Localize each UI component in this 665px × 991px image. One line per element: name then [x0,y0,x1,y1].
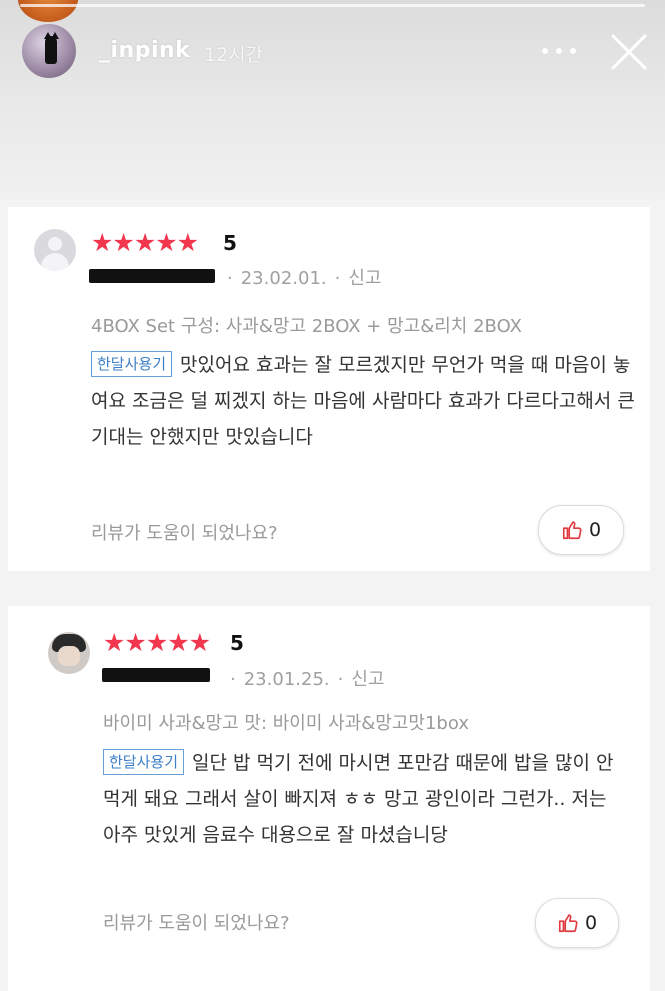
review-text-block: 한달사용기 맛있어요 효과는 잘 모르겠지만 무언가 먹을 때 마음이 놓여요 조… [91,347,639,455]
report-link[interactable]: 신고 [348,268,381,289]
report-link[interactable]: 신고 [351,669,384,690]
story-progress-bar [20,4,645,7]
like-button[interactable]: 0 [538,505,624,555]
cat-silhouette [45,36,57,64]
like-count: 0 [588,519,602,541]
more-horizontal-icon[interactable] [540,46,578,56]
like-button[interactable]: 0 [535,898,619,948]
star-rating: ★★★★★ [91,228,199,257]
review-meta: · 23.02.01. · 신고 [227,268,382,289]
thumbs-up-icon [562,521,582,540]
close-icon[interactable] [609,32,649,72]
post-time: 12시간 [204,44,264,66]
review-card: ★★★★★ 5 · 23.01.25. · 신고 바이미 사과&망고 맛: 바이미 사… [8,606,650,991]
reviewer-avatar [34,229,76,271]
helpful-prompt: 리뷰가 도움이 되었나요? [103,913,290,934]
purchase-option: 바이미 사과&망고 맛: 바이미 사과&망고맛1box [103,713,469,734]
helpful-prompt: 리뷰가 도움이 되었나요? [91,523,278,544]
profile-avatar[interactable] [22,24,76,78]
purchase-option: 4BOX Set 구성: 사과&망고 2BOX + 망고&리치 2BOX [91,316,522,337]
review-text: 맛있어요 효과는 잘 모르겠지만 무언가 먹을 때 마음이 놓여요 조금은 덜 … [91,354,635,448]
review-meta: · 23.01.25. · 신고 [230,669,385,690]
review-text-block: 한달사용기 일단 밥 먹기 전에 마시면 포만감 때문에 밥을 많이 안 먹게 돼… [103,745,628,853]
like-count: 0 [584,912,598,934]
username[interactable]: _inpink [99,38,190,63]
thumbs-up-icon [558,914,578,933]
redacted-username [89,269,215,283]
rating-value: 5 [223,231,237,255]
redacted-username [102,668,210,682]
story-header: _inpink 12시간 [0,0,665,200]
review-tag: 한달사용기 [91,351,173,377]
star-rating: ★★★★★ [103,628,211,657]
review-card: ★★★★★ 5 · 23.02.01. · 신고 4BOX Set 구성: 사과&망고… [8,207,650,571]
review-date: 23.01.25. [243,669,330,690]
review-date: 23.02.01. [240,268,327,289]
reviewer-avatar [48,632,90,674]
rating-value: 5 [230,631,244,655]
review-tag: 한달사용기 [103,749,185,775]
